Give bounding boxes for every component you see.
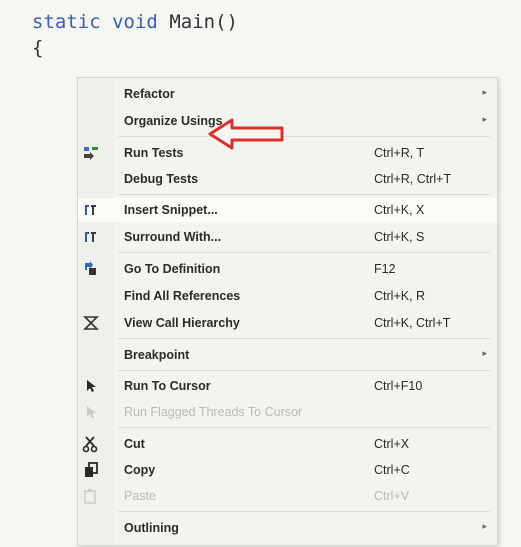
menu-item-label: Surround With...: [124, 230, 222, 244]
menu-item-refactor[interactable]: Refactor ▸: [78, 82, 497, 106]
menu-item-shortcut: Ctrl+F10: [374, 379, 423, 393]
menu-item-surround-with[interactable]: Surround With... Ctrl+K, S: [78, 225, 497, 249]
paste-icon: [82, 487, 100, 505]
submenu-arrow-icon: ▸: [482, 348, 487, 358]
menu-item-label: Copy: [124, 463, 156, 477]
menu-item-label: View Call Hierarchy: [124, 316, 240, 330]
code-line-main: static void Main(): [32, 11, 238, 33]
menu-separator: [118, 136, 490, 137]
menu-item-label: Run To Cursor: [124, 379, 211, 393]
menu-item-run-tests[interactable]: Run Tests Ctrl+R, T: [78, 141, 497, 165]
menu-separator: [118, 370, 490, 371]
submenu-arrow-icon: ▸: [482, 114, 487, 124]
menu-item-label: Insert Snippet...: [124, 203, 218, 217]
menu-item-label: Run Flagged Threads To Cursor: [124, 405, 303, 419]
menu-item-label: Paste: [124, 489, 156, 503]
menu-item-organize-usings[interactable]: Organize Usings ▸: [78, 109, 497, 133]
menu-item-label: Go To Definition: [124, 262, 221, 276]
menu-item-copy[interactable]: Copy Ctrl+C: [78, 458, 497, 482]
menu-item-shortcut: Ctrl+K, Ctrl+T: [374, 316, 451, 330]
menu-item-shortcut: Ctrl+C: [374, 463, 410, 477]
keyword-static: static: [32, 11, 101, 33]
go-to-definition-icon: [82, 260, 100, 278]
menu-separator: [118, 511, 490, 512]
menu-item-go-to-definition[interactable]: Go To Definition F12: [78, 257, 497, 281]
menu-item-outlining[interactable]: Outlining ▸: [78, 516, 497, 540]
menu-item-paste: Paste Ctrl+V: [78, 484, 497, 508]
snippet-icon: [82, 201, 100, 219]
menu-separator: [118, 194, 490, 195]
submenu-arrow-icon: ▸: [482, 87, 487, 97]
run-to-cursor-icon: [82, 377, 100, 395]
menu-item-label: Run Tests: [124, 146, 184, 160]
menu-item-label: Breakpoint: [124, 348, 190, 362]
menu-separator: [118, 338, 490, 339]
menu-item-view-call-hierarchy[interactable]: View Call Hierarchy Ctrl+K, Ctrl+T: [78, 311, 497, 335]
menu-item-label: Refactor: [124, 87, 175, 101]
menu-item-label: Debug Tests: [124, 172, 199, 186]
menu-item-shortcut: Ctrl+K, S: [374, 230, 425, 244]
surround-with-icon: [82, 228, 100, 246]
menu-separator: [118, 252, 490, 253]
menu-item-breakpoint[interactable]: Breakpoint ▸: [78, 343, 497, 367]
menu-item-shortcut: F12: [374, 262, 396, 276]
context-menu: Refactor ▸ Organize Usings ▸ Run Tests C…: [77, 77, 498, 546]
menu-item-label: Find All References: [124, 289, 241, 303]
menu-item-shortcut: Ctrl+X: [374, 437, 410, 451]
menu-item-shortcut: Ctrl+V: [374, 489, 410, 503]
menu-item-run-flagged-threads: Run Flagged Threads To Cursor: [78, 400, 497, 424]
cut-icon: [82, 435, 100, 453]
menu-item-label: Outlining: [124, 521, 179, 535]
menu-item-shortcut: Ctrl+R, Ctrl+T: [374, 172, 452, 186]
submenu-arrow-icon: ▸: [482, 521, 487, 531]
menu-separator: [118, 427, 490, 428]
menu-item-shortcut: Ctrl+R, T: [374, 146, 425, 160]
menu-item-shortcut: Ctrl+K, R: [374, 289, 426, 303]
menu-item-shortcut: Ctrl+K, X: [374, 203, 425, 217]
method-signature: Main(): [169, 11, 238, 33]
menu-item-debug-tests[interactable]: Debug Tests Ctrl+R, Ctrl+T: [78, 167, 497, 191]
call-hierarchy-icon: [82, 314, 100, 332]
menu-item-run-to-cursor[interactable]: Run To Cursor Ctrl+F10: [78, 374, 497, 398]
annotation-arrow-icon: [208, 118, 284, 150]
menu-item-label: Cut: [124, 437, 145, 451]
keyword-void: void: [112, 11, 158, 33]
copy-icon: [82, 461, 100, 479]
menu-item-find-all-references[interactable]: Find All References Ctrl+K, R: [78, 284, 497, 308]
menu-item-insert-snippet[interactable]: Insert Snippet... Ctrl+K, X: [78, 198, 497, 222]
run-tests-icon: [82, 144, 100, 162]
menu-item-cut[interactable]: Cut Ctrl+X: [78, 432, 497, 456]
code-line-brace: {: [32, 37, 44, 59]
flagged-threads-icon: [82, 403, 100, 421]
